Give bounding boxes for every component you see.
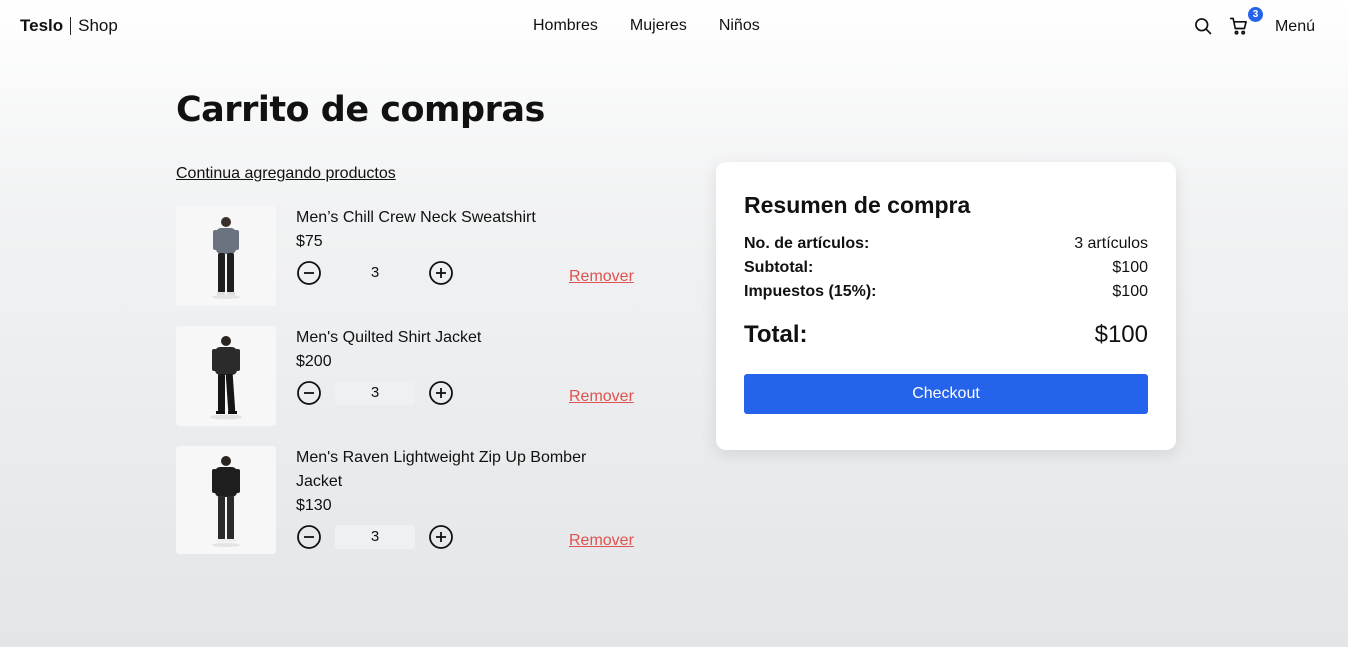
summary-value: 3 artículos [1074,235,1148,252]
cart-count-badge: 3 [1247,7,1263,22]
remove-item-link[interactable]: Remover [569,268,634,286]
summary-total-row: Total: $100 [744,321,1148,349]
product-photo-bomber-jacket [212,456,240,547]
menu-button[interactable]: Menú [1275,18,1315,36]
product-title[interactable]: Men’s Chill Crew Neck Sweatshirt [296,206,626,230]
remove-item-link[interactable]: Remover [569,532,634,550]
summary-row-subtotal: Subtotal: $100 [744,256,1148,280]
minus-circle-icon [297,525,321,549]
product-price: $75 [296,233,323,250]
increase-quantity-button[interactable] [428,524,454,550]
product-title[interactable]: Men's Raven Lightweight Zip Up Bomber Ja… [296,446,626,494]
header-actions: 3 Menú [1193,7,1315,38]
total-value: $100 [1094,321,1148,348]
brand-suffix: Shop [78,16,118,35]
continue-shopping-link[interactable]: Continua agregando productos [176,165,396,183]
quantity-value: 3 [335,525,415,549]
brand-name: Teslo [20,16,64,35]
remove-item-link[interactable]: Remover [569,388,634,406]
plus-circle-icon [429,261,453,285]
page-title: Carrito de compras [176,90,545,130]
nav-link-mujeres[interactable]: Mujeres [630,17,687,35]
checkout-button[interactable]: Checkout [744,374,1148,414]
decrease-quantity-button[interactable] [296,380,322,406]
product-image[interactable] [176,446,276,554]
decrease-quantity-button[interactable] [296,260,322,286]
summary-label: Impuestos (15%): [744,283,877,300]
nav-link-hombres[interactable]: Hombres [533,17,598,35]
search-icon [1195,18,1212,35]
cart-button[interactable]: 3 [1229,7,1263,38]
main-nav: Hombres Mujeres Niños [533,17,760,35]
summary-title: Resumen de compra [744,192,971,218]
search-button[interactable] [1193,16,1215,38]
product-image[interactable] [176,206,276,306]
nav-link-ninos[interactable]: Niños [719,17,760,35]
plus-circle-icon [429,525,453,549]
brand-divider [70,17,72,35]
quantity-value: 3 [335,261,415,285]
total-label: Total: [744,321,808,348]
order-summary-card: Resumen de compra No. de artículos: 3 ar… [716,162,1176,450]
summary-label: No. de artículos: [744,235,870,252]
product-photo-sweatshirt [212,217,240,299]
summary-rows: No. de artículos: 3 artículos Subtotal: … [744,232,1148,304]
product-title[interactable]: Men's Quilted Shirt Jacket [296,326,626,350]
summary-label: Subtotal: [744,259,814,276]
summary-row-taxes: Impuestos (15%): $100 [744,280,1148,304]
minus-circle-icon [297,261,321,285]
summary-value: $100 [1112,259,1148,276]
summary-row-items: No. de artículos: 3 artículos [744,232,1148,256]
summary-value: $100 [1112,283,1148,300]
product-photo-quilted-jacket [210,336,242,420]
minus-circle-icon [297,381,321,405]
cart-icon [1229,17,1247,35]
product-price: $130 [296,497,332,514]
product-image[interactable] [176,326,276,426]
brand-logo[interactable]: Teslo Shop [20,16,118,36]
plus-circle-icon [429,381,453,405]
decrease-quantity-button[interactable] [296,524,322,550]
increase-quantity-button[interactable] [428,380,454,406]
quantity-value: 3 [335,381,415,405]
product-price: $200 [296,353,332,370]
top-navbar: Teslo Shop Hombres Mujeres Niños 3 Menú [0,0,1348,52]
increase-quantity-button[interactable] [428,260,454,286]
